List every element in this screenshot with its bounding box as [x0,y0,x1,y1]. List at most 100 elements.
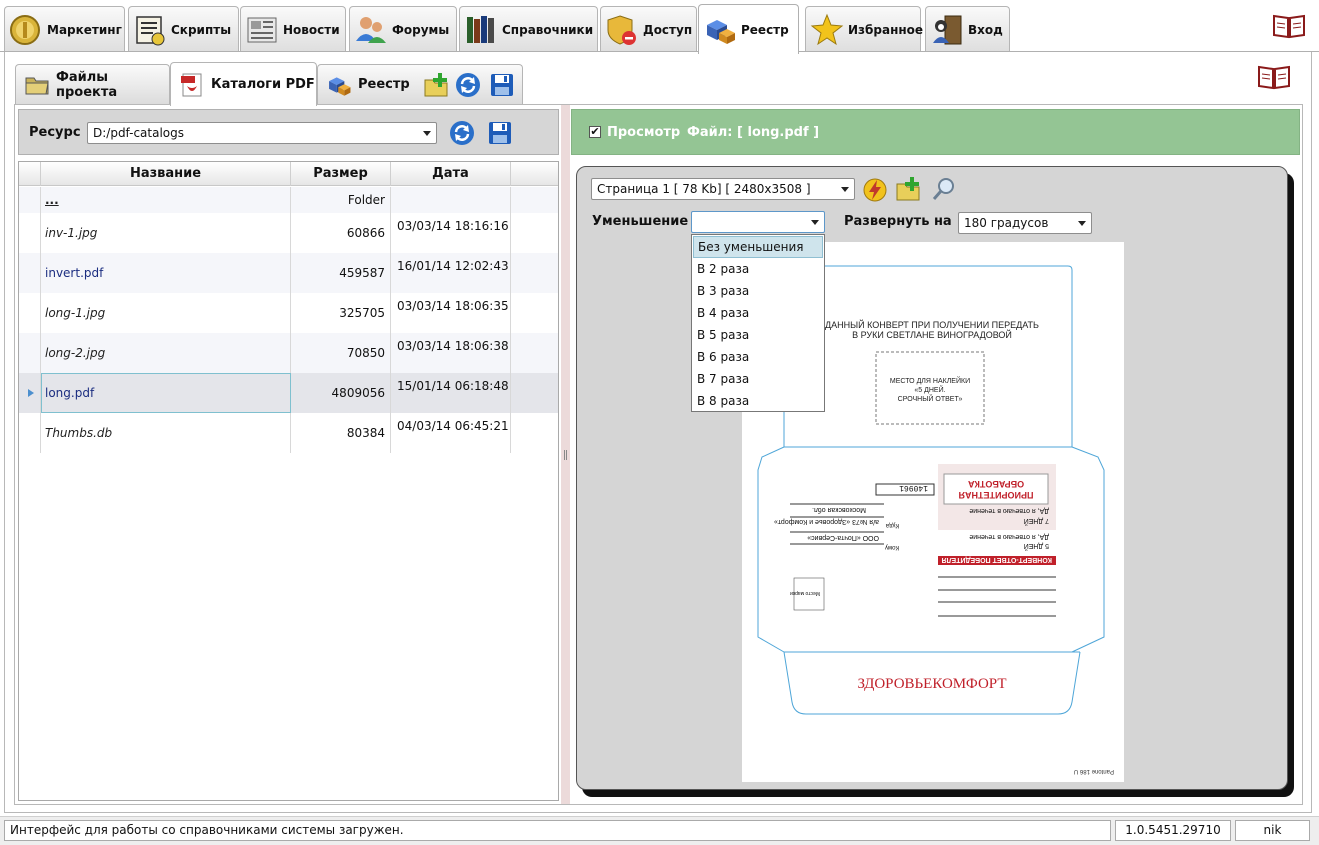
tab-pdf-catalogs[interactable]: Каталоги PDF [170,62,317,106]
login-icon [933,15,962,44]
registry-icon [707,19,735,44]
lightning-icon[interactable] [862,177,888,203]
pantone-label: Pantone 186 U [1074,768,1114,774]
tab-news[interactable]: Новости [240,6,346,52]
pdf-viewer: Страница 1 [ 78 Kb] [ 2480x3508 ] Уменьш… [576,166,1288,790]
file-size: 70850 [291,333,391,373]
table-row[interactable]: long-1.jpg 325705 03/03/14 18:06:35 [19,293,558,333]
reduce-option[interactable]: В 5 раза [693,324,823,346]
file-date: 15/01/14 06:18:48 [391,373,511,413]
file-size: 80384 [291,413,391,453]
column-header-date[interactable]: Дата [391,162,511,186]
rotate-select[interactable]: 180 градусов [958,212,1092,234]
book-help-icon[interactable] [1257,64,1291,90]
registry-icon [329,76,351,96]
index-number: 140961 [899,483,928,492]
reduce-option[interactable]: В 3 раза [693,280,823,302]
tab-references[interactable]: Справочники [459,6,598,52]
reduce-option[interactable]: В 8 раза [693,390,823,412]
grid-header-gutter [19,162,41,186]
refresh-icon[interactable] [455,72,481,98]
refresh-icon[interactable] [449,120,475,146]
shield-icon [607,14,636,45]
save-icon[interactable] [489,72,515,98]
chevron-down-icon [1078,221,1086,226]
file-date: 16/01/14 12:02:43 [391,253,511,293]
tab-login[interactable]: Вход [925,6,1010,52]
tab-scripts[interactable]: Скрипты [128,6,239,52]
row-indicator-icon [28,389,34,397]
resource-label: Ресурс [29,125,81,140]
file-size: 325705 [291,293,391,333]
preview-checkbox[interactable]: ✔ [589,126,601,138]
table-row[interactable]: ... Folder [19,187,558,213]
search-icon[interactable] [931,176,957,202]
reduce-option[interactable]: В 7 раза [693,368,823,390]
file-date: 04/03/14 06:45:21 [391,413,511,453]
tab-marketing[interactable]: Маркетинг [4,6,125,52]
tab-label: Реестр [741,22,789,37]
status-message: Интерфейс для работы со справочниками си… [4,820,1111,841]
table-row[interactable]: invert.pdf 459587 16/01/14 12:02:43 [19,253,558,293]
file-name: inv-1.jpg [41,213,291,253]
status-bar: Интерфейс для работы со справочниками си… [0,816,1319,845]
envelope-line1: ДАННЫЙ КОНВЕРТ ПРИ ПОЛУЧЕНИИ ПЕРЕДАТЬ [825,319,1039,330]
rotate-label: Развернуть на [844,214,952,229]
tab-registry[interactable]: Реестр [698,4,799,54]
tab-label: Форумы [392,22,450,37]
user-label: nik [1235,820,1310,841]
tab-access[interactable]: Доступ [600,6,697,52]
preview-label: Просмотр [607,125,681,140]
save-icon[interactable] [487,120,513,146]
file-name: invert.pdf [41,253,291,293]
address-line1: ООО «Почта-Сервис» [807,534,879,541]
reduce-option[interactable]: В 2 раза [693,258,823,280]
version-label: 1.0.5451.29710 [1115,820,1231,841]
tab-label: Скрипты [171,22,232,37]
column-header-size[interactable]: Размер [291,162,391,186]
add-folder-icon[interactable] [423,72,449,98]
folder-icon [25,77,49,94]
rotate-value: 180 градусов [964,216,1049,230]
komu-label: Кому [885,544,899,550]
file-label: Файл: [ long.pdf ] [687,125,820,140]
tab-forums[interactable]: Форумы [349,6,457,52]
address-line3: Московская обл. [812,506,866,514]
tab-favorites[interactable]: Избранное [805,6,923,52]
column-header-name[interactable]: Название [41,162,291,186]
pdf-icon [181,73,202,96]
panel-splitter[interactable] [561,105,570,804]
coin-icon [10,14,40,45]
file-name: long-2.jpg [41,333,291,373]
file-date: 03/03/14 18:06:38 [391,333,511,373]
sticker-line1: МЕСТО ДЛЯ НАКЛЕЙКИ [890,376,970,385]
splitter-grip[interactable] [564,450,567,460]
tab-label: Файлы проекта [56,69,118,100]
tab-project-files[interactable]: Файлы проекта [15,64,170,104]
page-select[interactable]: Страница 1 [ 78 Kb] [ 2480x3508 ] [591,178,855,200]
file-name: Thumbs.db [41,413,291,453]
resource-select[interactable]: D:/pdf-catalogs [87,122,437,144]
table-row[interactable]: long-2.jpg 70850 03/03/14 18:06:38 [19,333,558,373]
tab-label: Каталоги PDF [211,77,315,92]
reduce-option[interactable]: В 6 раза [693,346,823,368]
file-name: long-1.jpg [41,293,291,333]
file-grid: Название Размер Дата ... Folder inv-1.jp… [18,161,559,801]
reduce-option[interactable]: В 4 раза [693,302,823,324]
yes-reply-2: ДА, я отвечаю в течение [969,533,1049,540]
days-seven: 7 ДНЕЙ [1024,517,1049,526]
table-row[interactable]: inv-1.jpg 60866 03/03/14 18:16:16 [19,213,558,253]
add-folder-icon[interactable] [895,176,921,202]
tab-label: Маркетинг [47,22,122,37]
book-help-icon[interactable] [1272,13,1306,39]
cell-focus-outline [41,373,291,413]
table-row-selected[interactable]: long.pdf 4809056 15/01/14 06:18:48 [19,373,558,413]
brand-logo: ЗДОРОВЬЕКОМФОРТ [858,676,1007,692]
reduce-select[interactable] [691,211,825,233]
reduce-option[interactable]: Без уменьшения [693,236,823,258]
kuda-label: Куда [885,522,899,528]
reduce-dropdown-list: Без уменьшения В 2 раза В 3 раза В 4 раз… [691,234,825,412]
chevron-down-icon [841,187,849,192]
table-row[interactable]: Thumbs.db 80384 04/03/14 06:45:21 [19,413,558,453]
grid-header: Название Размер Дата [19,162,558,186]
